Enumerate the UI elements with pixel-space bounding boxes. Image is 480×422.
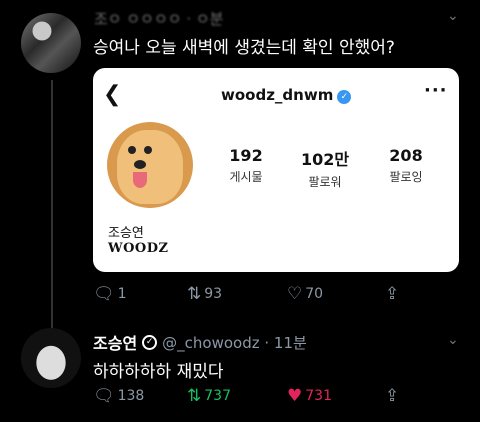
stat-value: 192: [229, 146, 263, 165]
retweet-icon: ⇅: [187, 386, 202, 406]
thread-line: [51, 80, 53, 328]
like-count: 70: [305, 286, 324, 302]
share-button[interactable]: ⇪: [385, 386, 402, 406]
share-icon: ⇪: [385, 386, 400, 406]
heart-icon: ♥: [287, 386, 303, 406]
avatar[interactable]: [21, 328, 81, 388]
like-count: 731: [305, 388, 332, 404]
stat-label: 팔로워: [308, 175, 342, 189]
reply-icon: 🗨: [93, 284, 115, 304]
reply-count: 138: [117, 388, 145, 404]
reply-button[interactable]: 🗨 138: [93, 386, 144, 406]
like-button[interactable]: ♡ 70: [287, 284, 323, 304]
reply-icon: 🗨: [93, 386, 115, 406]
handle-timestamp: @_chowoodz · 11분: [162, 333, 307, 352]
stat-followers: 102만 팔로워: [290, 146, 360, 190]
like-button[interactable]: ♥ 731: [287, 386, 332, 406]
heart-icon: ♡: [287, 284, 303, 304]
profile-picture: [107, 122, 193, 208]
tweet-text: 승여나 오늘 새벽에 생겼는데 확인 안했어?: [93, 38, 395, 58]
stat-following: 208 팔로잉: [371, 146, 441, 185]
profile-bio: WOODZ: [108, 241, 169, 256]
tweet-actions: 🗨 138 ⇅ 737 ♥ 731 ⇪: [93, 386, 413, 408]
tweet-text: 하하하하하 재밌다: [93, 362, 224, 382]
verified-icon: ✓: [142, 334, 158, 350]
stat-label: 게시물: [229, 170, 263, 184]
more-icon: ···: [424, 80, 448, 101]
profile-username: woodz_dnwm ✓: [221, 86, 352, 104]
stat-value: 208: [389, 146, 423, 165]
retweet-button[interactable]: ⇅ 737: [187, 386, 231, 406]
tweet-header: 조ㅇ ㅇㅇㅇㅇ · ㅇ분: [94, 10, 224, 28]
tweet-author: 조승연 ✓ @_chowoodz · 11분: [93, 330, 307, 354]
display-name[interactable]: 조승연: [93, 330, 137, 354]
stat-label: 팔로잉: [389, 170, 423, 184]
reply-button[interactable]: 🗨 1: [93, 284, 127, 304]
stat-value: 102만: [300, 150, 350, 169]
retweet-count: 93: [204, 286, 223, 302]
back-icon: ❮: [103, 82, 122, 107]
retweet-button[interactable]: ⇅ 93: [187, 284, 222, 304]
share-button[interactable]: ⇪: [385, 284, 402, 304]
tweet-actions: 🗨 1 ⇅ 93 ♡ 70 ⇪: [93, 284, 413, 306]
profile-name: 조승연: [108, 226, 144, 241]
retweet-count: 737: [204, 388, 231, 404]
stat-posts: 192 게시물: [211, 146, 281, 185]
share-icon: ⇪: [385, 284, 400, 304]
verified-icon: ✓: [337, 90, 352, 104]
avatar[interactable]: [21, 13, 81, 73]
chevron-down-icon[interactable]: ⌄: [447, 8, 459, 24]
retweet-icon: ⇅: [187, 284, 202, 304]
reply-count: 1: [117, 286, 127, 302]
chevron-down-icon[interactable]: ⌄: [447, 332, 459, 348]
instagram-screenshot-card[interactable]: ❮ woodz_dnwm ✓ ··· 192 게시물 102만 팔로워 208 팔…: [93, 68, 459, 272]
